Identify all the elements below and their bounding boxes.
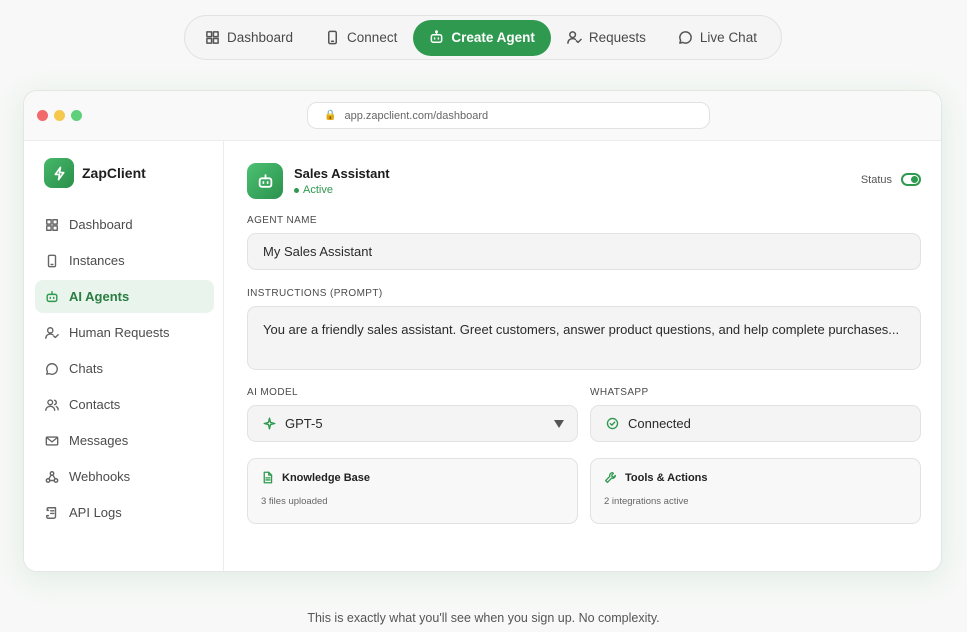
prompt-textarea[interactable]: You are a friendly sales assistant. Gree…	[247, 306, 921, 370]
browser-window: 🔒 app.zapclient.com/dashboard ZapClient …	[23, 90, 942, 572]
knowledge-base-sub: 3 files uploaded	[261, 496, 328, 507]
brand[interactable]: ZapClient	[44, 158, 146, 188]
maximize-dot[interactable]	[71, 110, 82, 121]
card-title: Knowledge Base	[261, 471, 564, 484]
sparkle-icon	[263, 417, 276, 430]
agent-name-value: My Sales Assistant	[263, 244, 373, 259]
tab-create-agent[interactable]: Create Agent	[413, 19, 551, 56]
status-dot-icon	[294, 187, 299, 193]
sidebar-item-label: Dashboard	[69, 217, 133, 232]
sidebar: ZapClient Dashboard Instances AI Agents …	[24, 141, 224, 571]
scroll-icon	[46, 506, 57, 519]
whatsapp-label: WHATSAPP	[590, 387, 649, 398]
top-tab-bar: Dashboard Connect Create Agent Requests …	[184, 15, 782, 60]
robot-icon	[46, 290, 58, 302]
ai-model-value: GPT-5	[285, 416, 323, 431]
ai-model-label: AI MODEL	[247, 387, 298, 398]
prompt-label: INSTRUCTIONS (PROMPT)	[247, 288, 383, 299]
sidebar-item-chats[interactable]: Chats	[35, 352, 214, 385]
url-text: app.zapclient.com/dashboard	[344, 109, 489, 122]
knowledge-base-title: Knowledge Base	[282, 471, 371, 484]
check-circle-icon	[606, 417, 619, 430]
sidebar-item-contacts[interactable]: Contacts	[35, 388, 214, 421]
tab-connect[interactable]: Connect	[309, 20, 413, 56]
robot-icon	[247, 163, 283, 199]
chat-bubble-icon	[679, 31, 692, 44]
tools-actions-title: Tools & Actions	[625, 471, 708, 484]
status-toggle[interactable]	[901, 173, 921, 186]
sidebar-item-label: Webhooks	[69, 469, 131, 484]
footer-note: This is exactly what you'll see when you…	[307, 611, 660, 625]
webhook-icon	[45, 470, 59, 483]
agent-status-text: Active	[303, 184, 333, 196]
mail-icon	[45, 435, 59, 446]
whatsapp-value: Connected	[628, 416, 691, 431]
phone-icon	[47, 254, 57, 267]
sidebar-item-label: Human Requests	[69, 325, 170, 340]
sidebar-nav: Dashboard Instances AI Agents Human Requ…	[35, 208, 214, 532]
grid-icon	[206, 31, 219, 44]
agent-name-label: AGENT NAME	[247, 215, 317, 226]
sidebar-item-label: AI Agents	[69, 289, 130, 304]
users-icon	[45, 398, 59, 411]
bolt-logo-icon	[44, 158, 74, 188]
close-dot[interactable]	[37, 110, 48, 121]
user-check-icon	[567, 31, 582, 44]
tab-label: Create Agent	[451, 30, 535, 45]
sidebar-item-messages[interactable]: Messages	[35, 424, 214, 457]
prompt-value: You are a friendly sales assistant. Gree…	[263, 322, 900, 337]
agent-status: Active	[294, 184, 390, 196]
sidebar-item-dashboard[interactable]: Dashboard	[35, 208, 214, 241]
sidebar-item-ai-agents[interactable]: AI Agents	[35, 280, 214, 313]
tab-label: Connect	[347, 30, 398, 45]
user-check-icon	[45, 326, 59, 339]
tab-requests[interactable]: Requests	[551, 20, 662, 56]
address-bar[interactable]: 🔒 app.zapclient.com/dashboard	[307, 102, 710, 129]
lock-icon: 🔒	[324, 110, 337, 121]
status-control: Status	[861, 173, 921, 186]
agent-header: Sales Assistant Active	[247, 163, 390, 199]
agent-title: Sales Assistant	[294, 166, 390, 181]
ai-model-select[interactable]: GPT-5	[247, 405, 578, 442]
status-label: Status	[860, 173, 892, 186]
knowledge-base-card[interactable]: Knowledge Base 3 files uploaded	[247, 458, 578, 524]
phone-icon	[328, 30, 338, 45]
window-controls	[37, 110, 82, 121]
brand-name: ZapClient	[82, 165, 146, 181]
card-title: Tools & Actions	[604, 471, 907, 484]
sidebar-item-webhooks[interactable]: Webhooks	[35, 460, 214, 493]
agent-name-input[interactable]: My Sales Assistant	[247, 233, 921, 270]
document-icon	[263, 471, 273, 484]
sidebar-item-label: Chats	[69, 361, 103, 376]
tab-live-chat[interactable]: Live Chat	[662, 20, 773, 56]
wrench-icon	[604, 471, 617, 484]
tab-dashboard[interactable]: Dashboard	[189, 20, 309, 56]
main-content: Sales Assistant Active Status AGENT NAME…	[225, 141, 941, 571]
chat-bubble-icon	[46, 362, 58, 375]
tab-label: Live Chat	[699, 30, 757, 45]
sidebar-item-human-requests[interactable]: Human Requests	[35, 316, 214, 349]
sidebar-item-label: API Logs	[69, 505, 122, 520]
caret-down-icon	[554, 420, 564, 428]
browser-chrome: 🔒 app.zapclient.com/dashboard	[24, 91, 941, 141]
tools-actions-sub: 2 integrations active	[604, 496, 689, 507]
sidebar-item-api-logs[interactable]: API Logs	[35, 496, 214, 529]
tab-label: Requests	[588, 30, 646, 45]
tab-label: Dashboard	[227, 30, 294, 45]
sidebar-item-label: Contacts	[69, 397, 121, 412]
sidebar-item-label: Instances	[69, 253, 125, 268]
minimize-dot[interactable]	[54, 110, 65, 121]
robot-icon	[430, 30, 443, 43]
whatsapp-status-field[interactable]: Connected	[590, 405, 921, 442]
sidebar-item-label: Messages	[69, 433, 129, 448]
grid-icon	[46, 218, 58, 231]
sidebar-item-instances[interactable]: Instances	[35, 244, 214, 277]
tools-actions-card[interactable]: Tools & Actions 2 integrations active	[590, 458, 921, 524]
